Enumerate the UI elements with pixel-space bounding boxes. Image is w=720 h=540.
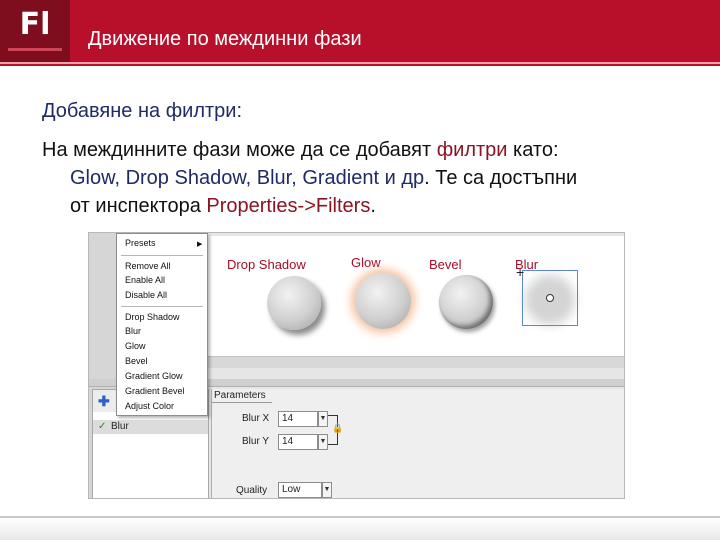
parameters-panel: Parameters Blur X 14 ▼ Blur Y 14 ▼ 🔒 Qua… — [211, 389, 624, 498]
filter-name: Blur — [111, 421, 129, 432]
quality-select[interactable]: Low — [278, 482, 322, 498]
text-fragment: . — [370, 195, 376, 217]
submenu-arrow-icon: ▶ — [197, 241, 203, 248]
filter-row-blur[interactable]: ✓ Blur — [93, 420, 208, 434]
menu-item-disable-all[interactable]: Disable All — [125, 290, 167, 301]
dropdown-arrow-icon[interactable]: ▼ — [318, 434, 328, 450]
flash-logo: Fl — [0, 0, 70, 64]
menu-item-blur[interactable]: Blur — [125, 326, 141, 337]
text-fragment: от инспектора — [70, 195, 207, 217]
menu-separator — [121, 306, 203, 307]
quality-label: Quality — [236, 485, 268, 496]
bevel-circle[interactable] — [439, 275, 493, 329]
plus-icon[interactable]: ✚ — [98, 394, 112, 408]
slide-header: Fl Движение по междинни фази — [0, 0, 720, 66]
menu-item-enable-all[interactable]: Enable All — [125, 275, 165, 286]
menu-item-gradient-glow[interactable]: Gradient Glow — [125, 371, 183, 382]
text-line-1: На междинните фази може да се добавят фи… — [42, 139, 559, 162]
highlighted-filter-list: Glow, Drop Shadow, Blur, Gradient и др — [70, 167, 425, 189]
highlighted-path: Properties->Filters — [206, 195, 371, 217]
section-heading: Добавяне на филтри: — [42, 100, 242, 122]
menu-item-glow[interactable]: Glow — [125, 341, 146, 352]
header-divider — [0, 62, 720, 64]
glow-circle[interactable] — [355, 273, 411, 329]
blur-x-label: Blur X — [242, 413, 270, 424]
highlighted-word: филтри — [436, 139, 508, 161]
label-bevel: Bevel — [429, 257, 462, 272]
stage-scrollbar[interactable] — [207, 356, 624, 368]
menu-item-remove-all[interactable]: Remove All — [125, 261, 171, 272]
check-icon[interactable]: ✓ — [98, 420, 106, 434]
text-fragment: като: — [507, 139, 559, 161]
text-line-2: Glow, Drop Shadow, Blur, Gradient и др. … — [70, 167, 577, 190]
crosshair-icon: + — [516, 264, 525, 280]
label-glow: Glow — [351, 255, 381, 270]
dropdown-arrow-icon[interactable]: ▼ — [322, 482, 332, 498]
menu-item-gradient-bevel[interactable]: Gradient Bevel — [125, 386, 185, 397]
drop-shadow-circle[interactable] — [267, 276, 321, 330]
slide-title: Движение по междинни фази — [88, 28, 362, 50]
slide-footer — [0, 516, 720, 540]
text-fragment: На междинните фази може да се добавят — [42, 139, 437, 161]
logo-underline — [8, 48, 62, 51]
filters-context-menu: Presets ▶ Remove All Enable All Disable … — [116, 233, 208, 416]
menu-separator — [121, 255, 203, 256]
chain-icon: 🔒 — [332, 423, 344, 433]
menu-item-presets[interactable]: Presets — [125, 238, 156, 249]
blur-y-label: Blur Y — [242, 436, 270, 447]
logo-text: Fl — [19, 7, 51, 42]
blur-y-input[interactable]: 14 — [278, 434, 318, 450]
menu-item-adjust-color[interactable]: Adjust Color — [125, 401, 174, 412]
registration-point — [546, 294, 554, 302]
label-drop-shadow: Drop Shadow — [227, 257, 306, 272]
text-fragment: . Те са достъпни — [424, 167, 578, 189]
menu-item-bevel[interactable]: Bevel — [125, 356, 148, 367]
dropdown-arrow-icon[interactable]: ▼ — [318, 411, 328, 427]
blur-x-input[interactable]: 14 — [278, 411, 318, 427]
menu-item-drop-shadow[interactable]: Drop Shadow — [125, 312, 180, 323]
tab-parameters[interactable]: Parameters — [212, 389, 272, 403]
text-line-3: от инспектора Properties->Filters. — [70, 195, 376, 218]
